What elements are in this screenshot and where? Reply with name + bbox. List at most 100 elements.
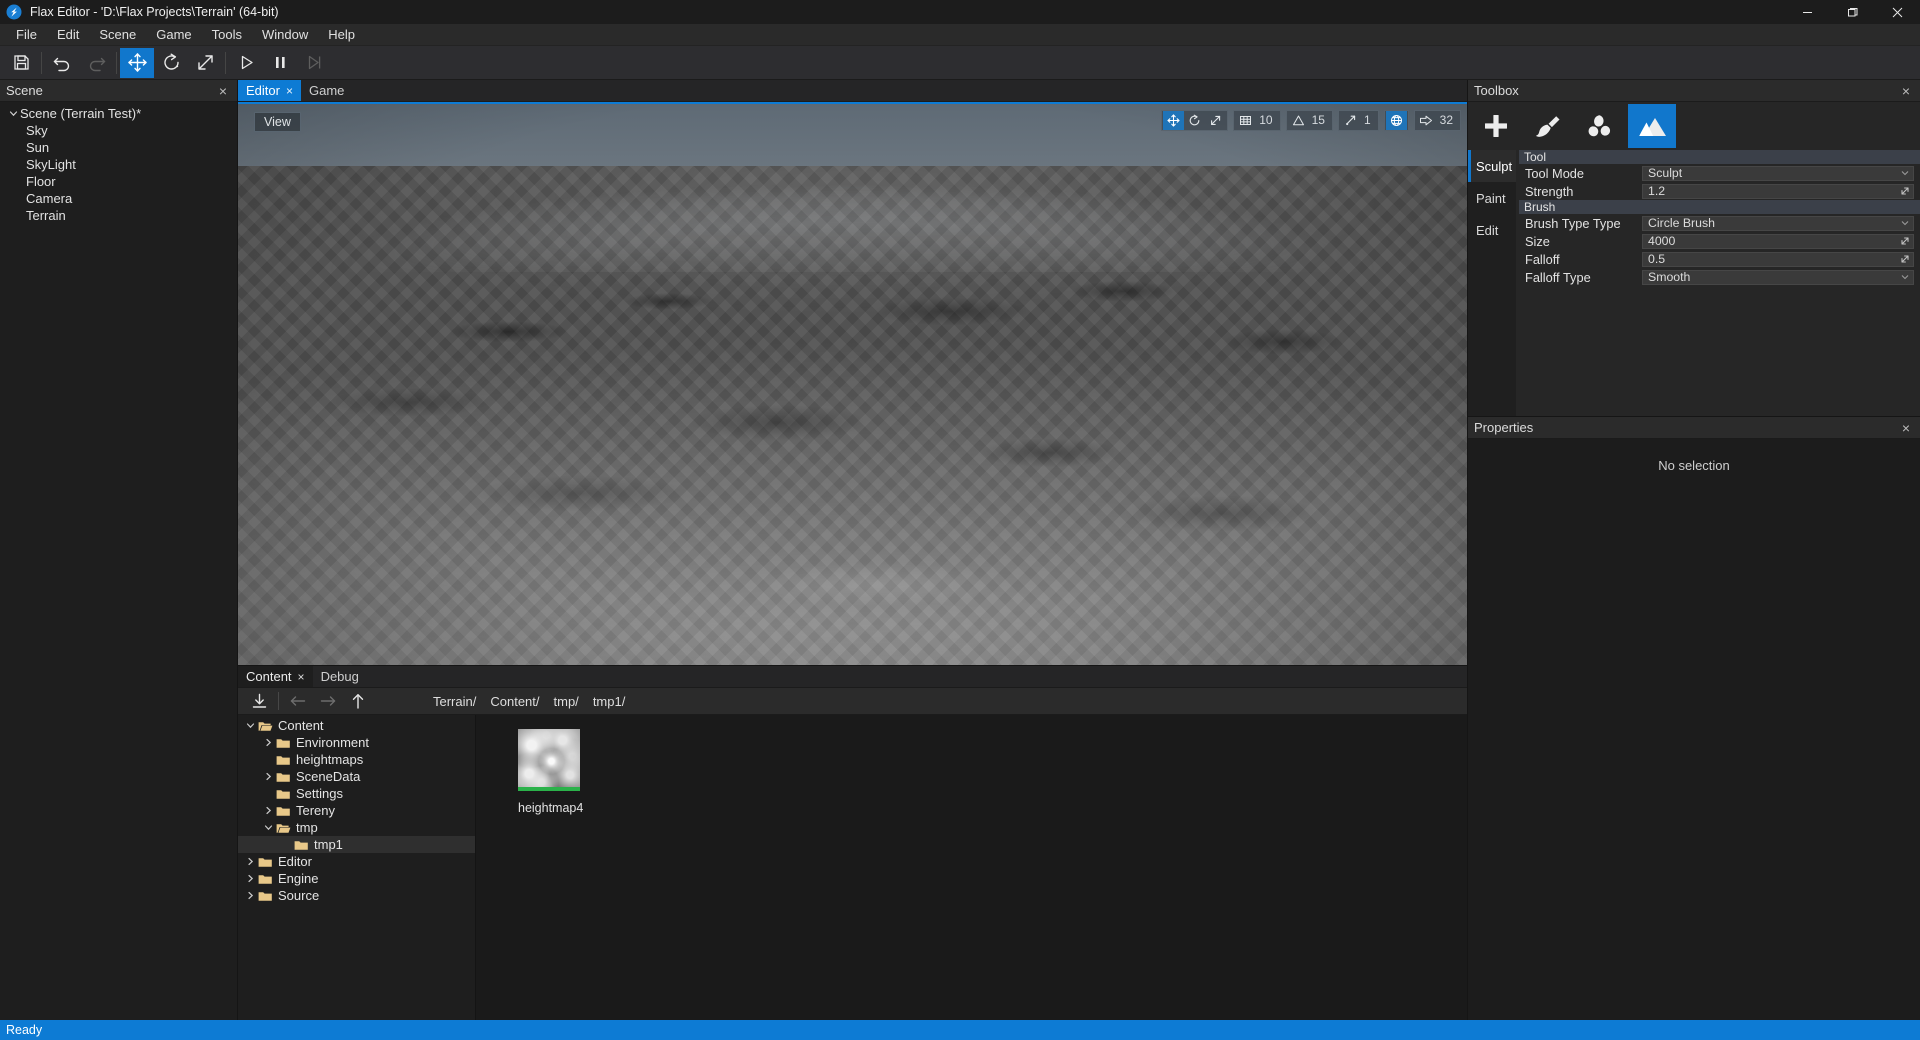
scale-snap-icon[interactable] bbox=[1340, 111, 1361, 130]
move-icon[interactable] bbox=[1163, 111, 1185, 130]
step-forward-button[interactable] bbox=[297, 48, 331, 78]
input-size[interactable]: 4000 bbox=[1642, 233, 1914, 249]
breadcrumb-item-content[interactable]: Content/ bbox=[490, 694, 539, 709]
chevron-down-icon[interactable] bbox=[6, 109, 20, 118]
3d-viewport[interactable]: View 10 15 1 32 bbox=[238, 102, 1467, 665]
asset-grid[interactable]: heightmap4 bbox=[476, 715, 1467, 1020]
close-icon[interactable]: × bbox=[298, 670, 305, 684]
scale-icon[interactable] bbox=[1205, 111, 1226, 130]
arrow-left-icon[interactable] bbox=[283, 689, 313, 713]
redo-button[interactable] bbox=[79, 48, 113, 78]
dropdown-brush-type-type[interactable]: Circle Brush bbox=[1642, 215, 1914, 231]
toolbox-mode-paint[interactable]: Paint bbox=[1468, 182, 1516, 214]
chevron-right-icon[interactable] bbox=[242, 891, 258, 900]
chevron-down-icon[interactable] bbox=[260, 823, 276, 832]
import-icon[interactable] bbox=[244, 689, 274, 713]
chevron-right-icon[interactable] bbox=[260, 806, 276, 815]
plus-icon[interactable] bbox=[1472, 104, 1520, 148]
camera-speed-icon[interactable] bbox=[1416, 111, 1437, 130]
input-strength[interactable]: 1.2 bbox=[1642, 183, 1914, 199]
tab-content[interactable]: Content × bbox=[238, 666, 313, 687]
rotate-icon[interactable] bbox=[1184, 111, 1205, 130]
menu-help[interactable]: Help bbox=[318, 24, 365, 46]
chevron-right-icon[interactable] bbox=[242, 874, 258, 883]
scene-item-camera[interactable]: Camera bbox=[0, 190, 237, 207]
chevron-down-icon[interactable] bbox=[1900, 218, 1910, 228]
scale-gizmo-button[interactable] bbox=[188, 48, 222, 78]
close-icon[interactable]: × bbox=[215, 82, 231, 100]
toolbox-tool-tabs bbox=[1468, 102, 1920, 150]
folder-tree-item-editor[interactable]: Editor bbox=[238, 853, 475, 870]
toolbox-mode-edit[interactable]: Edit bbox=[1468, 214, 1516, 246]
foliage-icon[interactable] bbox=[1576, 104, 1624, 148]
dropdown-falloff-type[interactable]: Smooth bbox=[1642, 269, 1914, 285]
close-icon[interactable]: × bbox=[1898, 82, 1914, 100]
scene-item-terrain[interactable]: Terrain bbox=[0, 207, 237, 224]
folder-tree-item-tmp1[interactable]: tmp1 bbox=[238, 836, 475, 853]
maximize-button[interactable] bbox=[1830, 0, 1875, 24]
translate-gizmo-button[interactable] bbox=[120, 47, 154, 78]
folder-tree-item-settings[interactable]: Settings bbox=[238, 785, 475, 802]
scene-item-sun[interactable]: Sun bbox=[0, 139, 237, 156]
minimize-button[interactable] bbox=[1785, 0, 1830, 24]
scene-item-skylight[interactable]: SkyLight bbox=[0, 156, 237, 173]
asset-thumbnail[interactable] bbox=[518, 729, 580, 791]
pause-button[interactable] bbox=[263, 48, 297, 78]
toolbox-mode-sculpt[interactable]: Sculpt bbox=[1468, 150, 1516, 182]
globe-icon[interactable] bbox=[1385, 111, 1407, 130]
scene-tree-root[interactable]: Scene (Terrain Test)* bbox=[0, 105, 237, 122]
chevron-down-icon[interactable] bbox=[1900, 168, 1910, 178]
save-button[interactable] bbox=[4, 48, 38, 78]
brush-icon[interactable] bbox=[1524, 104, 1572, 148]
tab-editor[interactable]: Editor × bbox=[238, 80, 301, 101]
menu-edit[interactable]: Edit bbox=[47, 24, 89, 46]
tab-game[interactable]: Game bbox=[301, 80, 352, 101]
breadcrumb-item-tmp[interactable]: tmp/ bbox=[554, 694, 579, 709]
close-icon[interactable]: × bbox=[1898, 419, 1914, 437]
arrow-up-icon[interactable] bbox=[343, 689, 373, 713]
menu-game[interactable]: Game bbox=[146, 24, 201, 46]
menu-scene[interactable]: Scene bbox=[89, 24, 146, 46]
scale-snap-value[interactable]: 1 bbox=[1361, 111, 1377, 130]
breadcrumb-item-tmp1[interactable]: tmp1/ bbox=[593, 694, 626, 709]
folder-tree-item-engine[interactable]: Engine bbox=[238, 870, 475, 887]
slider-handle-icon[interactable] bbox=[1900, 186, 1910, 196]
undo-button[interactable] bbox=[45, 48, 79, 78]
scene-item-floor[interactable]: Floor bbox=[0, 173, 237, 190]
chevron-down-icon[interactable] bbox=[242, 721, 258, 730]
play-button[interactable] bbox=[229, 48, 263, 78]
slider-handle-icon[interactable] bbox=[1900, 236, 1910, 246]
breadcrumb-item-terrain[interactable]: Terrain/ bbox=[433, 694, 476, 709]
folder-tree-item-environment[interactable]: Environment bbox=[238, 734, 475, 751]
asset-item[interactable]: heightmap4 bbox=[518, 729, 604, 815]
chevron-right-icon[interactable] bbox=[242, 857, 258, 866]
folder-tree-item-heightmaps[interactable]: heightmaps bbox=[238, 751, 475, 768]
menu-tools[interactable]: Tools bbox=[202, 24, 252, 46]
tab-debug[interactable]: Debug bbox=[313, 666, 367, 687]
chevron-right-icon[interactable] bbox=[260, 772, 276, 781]
scene-item-sky[interactable]: Sky bbox=[0, 122, 237, 139]
mountain-icon[interactable] bbox=[1628, 104, 1676, 148]
angle-snap-icon[interactable] bbox=[1288, 111, 1309, 130]
close-button[interactable] bbox=[1875, 0, 1920, 24]
arrow-right-icon[interactable] bbox=[313, 689, 343, 713]
grid-snap-value[interactable]: 10 bbox=[1256, 111, 1278, 130]
viewport-view-button[interactable]: View bbox=[254, 112, 301, 132]
camera-speed-value[interactable]: 32 bbox=[1437, 111, 1459, 130]
input-falloff[interactable]: 0.5 bbox=[1642, 251, 1914, 267]
folder-tree-item-content[interactable]: Content bbox=[238, 717, 475, 734]
dropdown-tool-mode[interactable]: Sculpt bbox=[1642, 165, 1914, 181]
menu-window[interactable]: Window bbox=[252, 24, 318, 46]
folder-tree-item-tmp[interactable]: tmp bbox=[238, 819, 475, 836]
folder-tree-item-scenedata[interactable]: SceneData bbox=[238, 768, 475, 785]
chevron-right-icon[interactable] bbox=[260, 738, 276, 747]
rotate-gizmo-button[interactable] bbox=[154, 48, 188, 78]
slider-handle-icon[interactable] bbox=[1900, 254, 1910, 264]
chevron-down-icon[interactable] bbox=[1900, 272, 1910, 282]
close-icon[interactable]: × bbox=[286, 84, 293, 98]
grid-icon[interactable] bbox=[1235, 111, 1256, 130]
menu-file[interactable]: File bbox=[6, 24, 47, 46]
folder-tree-item-source[interactable]: Source bbox=[238, 887, 475, 904]
angle-snap-value[interactable]: 15 bbox=[1309, 111, 1331, 130]
folder-tree-item-tereny[interactable]: Tereny bbox=[238, 802, 475, 819]
